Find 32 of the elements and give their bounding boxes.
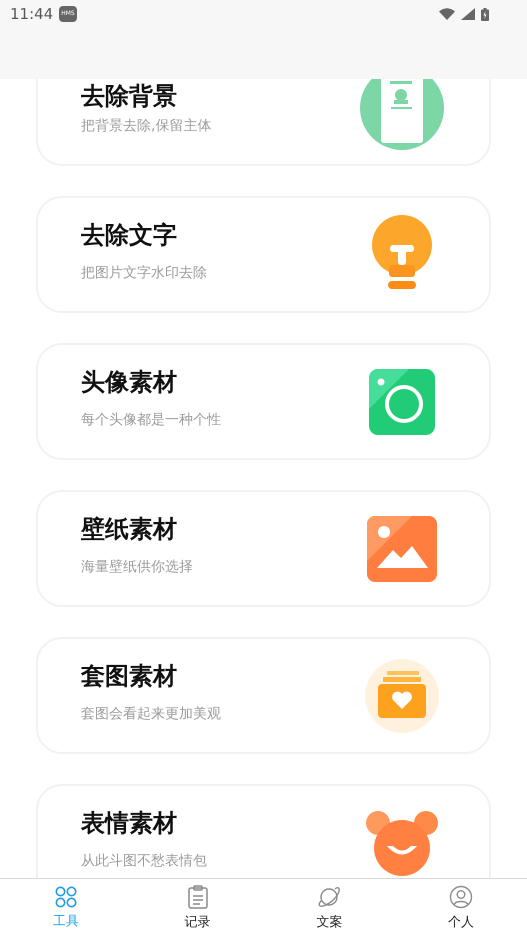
tool-card[interactable]: 去除文字 把图片文字水印去除 xyxy=(36,196,491,313)
person-icon xyxy=(449,885,474,909)
apps-grid-icon xyxy=(54,886,77,908)
tool-card[interactable]: 壁纸素材 海量壁纸供你选择 xyxy=(36,490,491,607)
signal-icon xyxy=(461,8,475,20)
nav-tab[interactable]: 记录 xyxy=(132,879,264,937)
tool-card[interactable]: 套图素材 套图会看起来更加美观 xyxy=(36,637,491,754)
clipboard-icon xyxy=(188,885,208,909)
card-title: 表情素材 xyxy=(81,808,178,838)
tool-card[interactable]: 表情素材 从此斗图不愁表情包 xyxy=(36,784,491,878)
nav-tab[interactable]: 个人 xyxy=(395,879,527,937)
card-title: 壁纸素材 xyxy=(81,514,178,544)
image-icon xyxy=(367,516,437,582)
card-subtitle: 把图片文字水印去除 xyxy=(81,264,207,282)
card-title: 头像素材 xyxy=(81,366,178,396)
card-subtitle: 海量壁纸供你选择 xyxy=(81,558,193,576)
battery-icon xyxy=(481,8,489,20)
card-subtitle: 套图会看起来更加美观 xyxy=(81,704,221,722)
planet-icon xyxy=(317,885,342,909)
tool-card[interactable]: 去除背景 把背景去除,保留主体 xyxy=(36,79,491,166)
status-time: 11:44 xyxy=(10,5,54,23)
camera-icon xyxy=(369,368,435,434)
card-subtitle: 把背景去除,保留主体 xyxy=(81,117,212,135)
card-title: 去除背景 xyxy=(81,81,178,111)
wifi-icon xyxy=(439,8,455,20)
tool-card[interactable]: 头像素材 每个头像都是一种个性 xyxy=(36,343,491,460)
card-title: 去除文字 xyxy=(81,220,178,250)
photo-album-icon xyxy=(365,658,439,732)
card-subtitle: 每个头像都是一种个性 xyxy=(81,410,221,428)
nav-tab[interactable]: 文案 xyxy=(264,879,396,937)
card-title: 套图素材 xyxy=(81,660,178,690)
card-subtitle: 从此斗图不愁表情包 xyxy=(81,852,207,870)
